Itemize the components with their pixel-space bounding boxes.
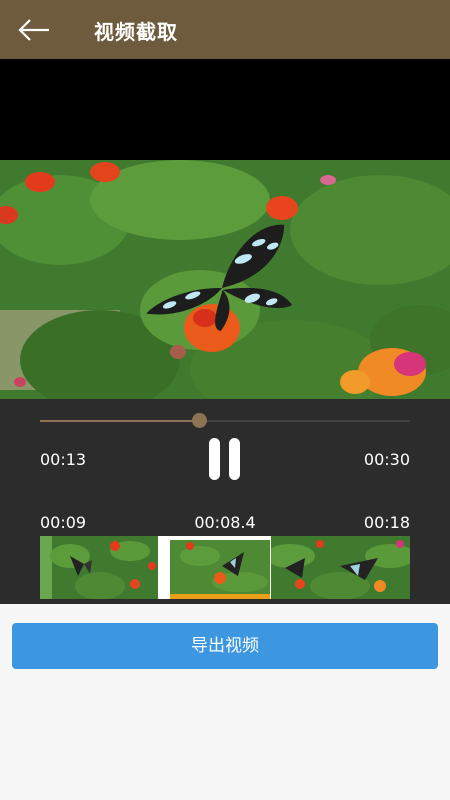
video-player[interactable]	[0, 59, 450, 413]
frame-thumbnails	[40, 536, 410, 599]
pause-button[interactable]	[205, 434, 245, 484]
butterfly-scene-image	[0, 160, 450, 413]
back-button[interactable]	[14, 14, 54, 46]
progress-thumb[interactable]	[192, 413, 208, 428]
current-time: 00:13	[40, 450, 87, 469]
app-header: 视频截取	[0, 0, 450, 59]
progress-fill	[40, 420, 200, 422]
video-frame	[0, 160, 450, 413]
total-time: 00:30	[363, 450, 410, 469]
frame-thumbnail-strip[interactable]	[40, 536, 410, 599]
arrow-left-icon	[18, 19, 49, 41]
export-video-button[interactable]: 导出视频	[12, 623, 438, 669]
clip-end-time: 00:18	[363, 513, 410, 532]
pause-icon	[209, 438, 220, 480]
page-title: 视频截取	[94, 20, 178, 44]
progress-slider[interactable]	[40, 413, 410, 428]
